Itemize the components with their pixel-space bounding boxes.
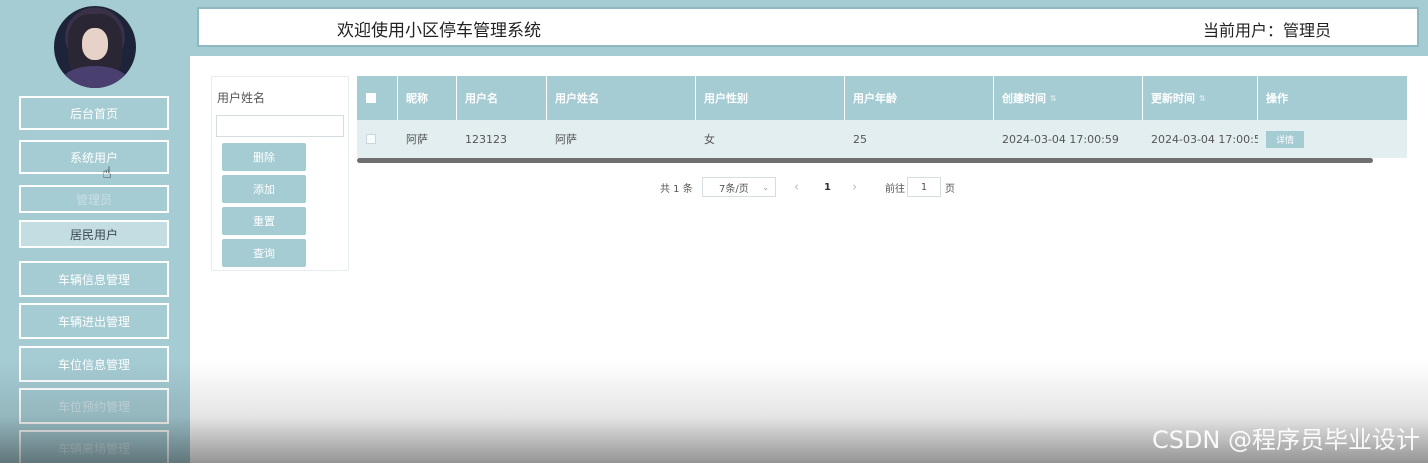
- add-button[interactable]: 添加: [222, 175, 306, 203]
- col-label: 更新时间: [1151, 92, 1195, 105]
- pagination-total: 共 1 条: [660, 183, 693, 195]
- cell-updated: 2024-03-04 17:00:59: [1151, 132, 1258, 146]
- col-age[interactable]: 用户年龄: [845, 76, 994, 120]
- search-label: 用户姓名: [217, 91, 266, 105]
- horizontal-scrollbar[interactable]: [357, 158, 1373, 163]
- col-username[interactable]: 用户名: [457, 76, 547, 120]
- name-search-input[interactable]: [216, 115, 344, 137]
- sidebar-item-system-users[interactable]: 系统用户: [19, 140, 169, 174]
- avatar-face: [82, 28, 108, 60]
- cell-name: 阿萨: [555, 133, 577, 146]
- select-all-cell: [357, 76, 398, 120]
- avatar-shoulder: [62, 66, 128, 88]
- cell-actions: 详情: [1258, 120, 1407, 158]
- col-label: 用户姓名: [555, 92, 599, 105]
- row-select-cell: [357, 120, 398, 158]
- sidebar-item-parking-reservation[interactable]: 车位预约管理: [19, 388, 169, 424]
- sidebar-item-parking-space-info[interactable]: 车位信息管理: [19, 346, 169, 382]
- col-label: 用户名: [465, 92, 498, 105]
- query-button[interactable]: 查询: [222, 239, 306, 267]
- watermark: CSDN @程序员毕业设计: [1151, 426, 1420, 454]
- prev-page-button[interactable]: ‹: [794, 176, 799, 198]
- col-label: 操作: [1266, 92, 1288, 105]
- table-header: 昵称 用户名 用户姓名 用户性别 用户年龄 创建时间 ⇅ 更新时间 ⇅ 操作: [357, 76, 1407, 120]
- sidebar: 后台首页 系统用户 管理员 居民用户 车辆信息管理 车辆进出管理 车位信息管理 …: [0, 0, 190, 466]
- goto-label: 前往: [885, 183, 905, 195]
- page-size-value: 7条/页: [719, 183, 749, 195]
- col-label: 用户年龄: [853, 92, 897, 105]
- next-page-button[interactable]: ›: [852, 176, 857, 198]
- hand-cursor-icon: ☝: [102, 163, 112, 182]
- sidebar-item-vehicle-info[interactable]: 车辆信息管理: [19, 261, 169, 297]
- cell-nickname: 阿萨: [406, 133, 428, 146]
- page-title: 欢迎使用小区停车管理系统: [337, 21, 541, 41]
- sidebar-item-residents[interactable]: 居民用户: [19, 220, 169, 248]
- sidebar-item-home[interactable]: 后台首页: [19, 96, 169, 130]
- sidebar-item-vehicle-access[interactable]: 车辆进出管理: [19, 303, 169, 339]
- goto-page-box[interactable]: 1: [907, 177, 941, 197]
- header-panel: 欢迎使用小区停车管理系统 当前用户：管理员: [197, 7, 1419, 47]
- page-size-box[interactable]: 7条/页 ⌄: [702, 177, 776, 197]
- row-checkbox[interactable]: [366, 134, 376, 144]
- avatar[interactable]: [54, 6, 136, 88]
- col-nickname[interactable]: 昵称: [398, 76, 457, 120]
- col-label: 用户性别: [704, 92, 748, 105]
- col-label: 昵称: [406, 92, 428, 105]
- detail-button[interactable]: 详情: [1266, 130, 1305, 148]
- current-page[interactable]: 1: [824, 176, 831, 198]
- cell-age: 25: [853, 132, 867, 146]
- select-all-checkbox[interactable]: [366, 93, 376, 103]
- goto-suffix: 页: [945, 183, 955, 195]
- header: 欢迎使用小区停车管理系统 当前用户：管理员: [190, 0, 1428, 56]
- reset-button[interactable]: 重置: [222, 207, 306, 235]
- col-actions: 操作: [1258, 76, 1407, 120]
- cell-gender: 女: [704, 133, 715, 146]
- delete-button[interactable]: 删除: [222, 143, 306, 171]
- sort-icon[interactable]: ⇅: [1199, 94, 1206, 103]
- table-row[interactable]: 阿萨 123123 阿萨 女 25 2024-03-04 17:00:59 20…: [357, 120, 1407, 158]
- sidebar-item-vehicle-departure[interactable]: 车辆离场管理: [19, 430, 169, 466]
- cell-created: 2024-03-04 17:00:59: [1002, 132, 1119, 146]
- col-created[interactable]: 创建时间 ⇅: [994, 76, 1143, 120]
- col-label: 创建时间: [1002, 92, 1046, 105]
- page-size-select[interactable]: 7条/页 ⌄: [702, 176, 776, 198]
- col-gender[interactable]: 用户性别: [696, 76, 845, 120]
- search-panel: 用户姓名 删除 添加 重置 查询: [211, 76, 349, 271]
- cell-username: 123123: [465, 132, 507, 146]
- sidebar-item-admin[interactable]: 管理员: [19, 185, 169, 213]
- chevron-down-icon: ⌄: [762, 182, 769, 192]
- current-user: 当前用户：管理员: [1202, 21, 1331, 40]
- goto-page-input[interactable]: 1: [907, 176, 941, 198]
- col-name[interactable]: 用户姓名: [547, 76, 696, 120]
- col-updated[interactable]: 更新时间 ⇅: [1143, 76, 1258, 120]
- sort-icon[interactable]: ⇅: [1050, 94, 1057, 103]
